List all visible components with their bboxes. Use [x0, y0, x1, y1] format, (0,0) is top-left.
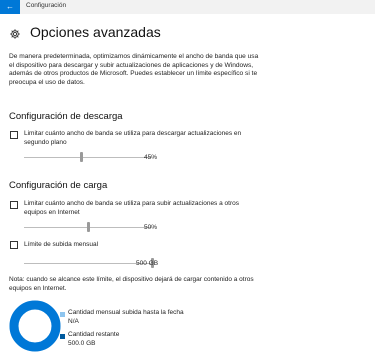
legend-remaining-label: Cantidad restante — [68, 331, 120, 338]
download-heading: Configuración de descarga — [9, 111, 123, 122]
monthly-limit-label: Límite de subida mensual — [24, 241, 99, 248]
download-bandwidth-slider[interactable] — [24, 152, 152, 162]
usage-donut-chart — [9, 300, 61, 352]
slider-track — [24, 262, 152, 264]
upload-limit-label: Limitar cuánto ancho de banda se utiliza… — [24, 200, 239, 216]
slider-thumb[interactable] — [80, 152, 84, 162]
upload-limit-note: Nota: cuando se alcance este límite, el … — [9, 276, 254, 292]
back-arrow-icon: ← — [6, 2, 14, 11]
monthly-limit-checkbox[interactable] — [10, 241, 18, 249]
upload-bandwidth-slider[interactable] — [24, 222, 152, 232]
monthly-limit-slider[interactable] — [24, 258, 154, 268]
slider-thumb[interactable] — [86, 222, 90, 232]
download-slider-value: 45% — [144, 154, 158, 161]
download-limit-label: Limitar cuánto ancho de banda se utiliza… — [24, 130, 242, 146]
upload-heading: Configuración de carga — [9, 180, 108, 191]
legend-used-value: N/A — [68, 318, 79, 325]
upload-limit-checkbox[interactable] — [10, 201, 18, 209]
legend-remaining-swatch — [60, 334, 65, 339]
legend-used-label: Cantidad mensual subida hasta la fecha — [68, 309, 184, 316]
download-limit-checkbox[interactable] — [10, 131, 18, 139]
page-title: Opciones avanzadas — [30, 24, 161, 40]
donut-remaining-ring — [9, 300, 61, 352]
title-bar: ← Configuración — [0, 0, 375, 14]
slider-track — [24, 156, 152, 158]
intro-text: De manera predeterminada, optimizamos di… — [9, 53, 259, 86]
window-title: Configuración — [26, 2, 67, 9]
upload-slider-value: 50% — [144, 224, 158, 231]
legend-remaining-value: 500.0 GB — [68, 340, 96, 347]
monthly-limit-value: 500 GB — [136, 260, 159, 267]
legend-used-swatch — [60, 312, 65, 317]
back-button[interactable]: ← — [0, 0, 20, 14]
gear-icon — [10, 29, 20, 39]
